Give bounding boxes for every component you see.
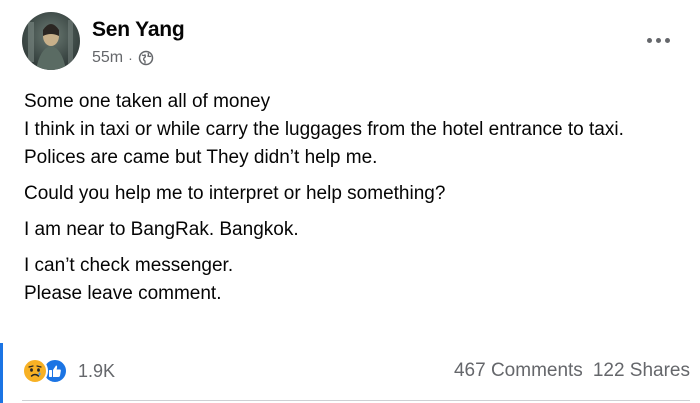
more-horizontal-icon	[646, 37, 652, 43]
globe-icon[interactable]	[138, 50, 154, 66]
paragraph: Some one taken all of money I think in t…	[24, 88, 684, 172]
comments-count-link[interactable]: 467 Comments	[454, 360, 583, 382]
paragraph: Could you help me to interpret or help s…	[24, 180, 684, 208]
text-line: I am near to BangRak. Bangkok.	[24, 219, 299, 240]
text-line: I think in taxi or while carry the lugga…	[24, 119, 624, 140]
more-dot	[655, 37, 661, 43]
paragraph: I am near to BangRak. Bangkok.	[24, 216, 684, 244]
shares-count-link[interactable]: 122 Shares	[593, 360, 690, 382]
post-header: Sen Yang 55m ·	[22, 12, 682, 74]
avatar[interactable]	[22, 12, 80, 70]
text-line: Please leave comment.	[24, 283, 222, 304]
post-card: Sen Yang 55m · Some one taken all of mon…	[0, 0, 700, 403]
post-meta: 55m ·	[92, 49, 154, 67]
divider	[22, 400, 690, 401]
meta-separator: ·	[128, 50, 133, 66]
more-options-button[interactable]	[642, 30, 674, 50]
author-name[interactable]: Sen Yang	[92, 18, 185, 42]
engagement-stats: 467 Comments 122 Shares	[454, 360, 690, 382]
post-body: Some one taken all of money I think in t…	[24, 88, 684, 316]
sad-reaction-icon	[22, 358, 48, 384]
text-line: Could you help me to interpret or help s…	[24, 183, 446, 204]
post-time[interactable]: 55m	[92, 49, 123, 67]
reaction-count: 1.9K	[78, 360, 116, 381]
paragraph: I can’t check messenger. Please leave co…	[24, 252, 684, 308]
avatar-image	[28, 20, 73, 70]
more-dot	[664, 37, 670, 43]
text-line: Polices are came but They didn’t help me…	[24, 147, 378, 168]
post-footer: 1.9K 467 Comments 122 Shares	[22, 355, 690, 387]
text-line: Some one taken all of money	[24, 91, 271, 112]
text-line: I can’t check messenger.	[24, 255, 234, 276]
reactions-summary[interactable]: 1.9K	[22, 358, 115, 384]
